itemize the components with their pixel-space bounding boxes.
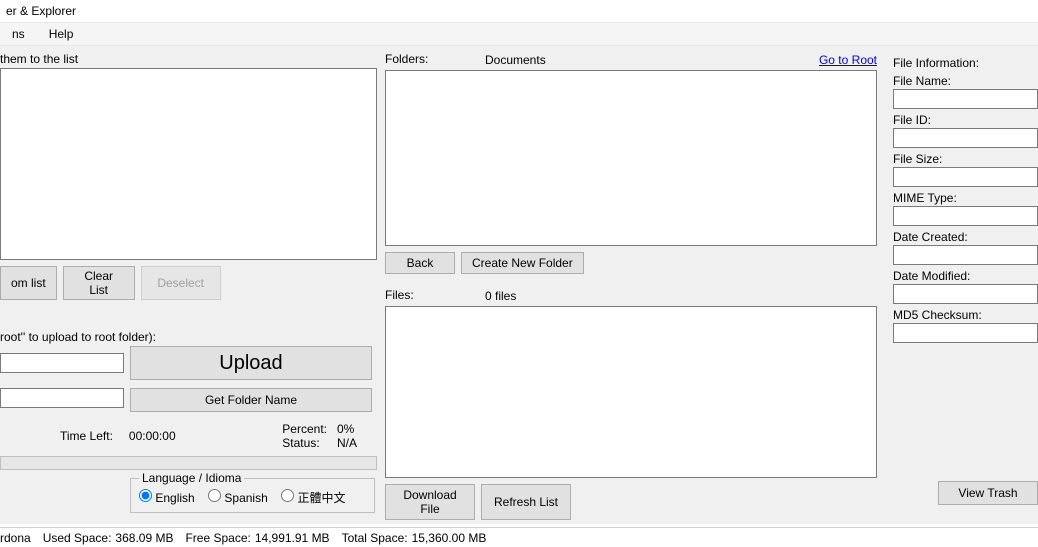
time-left-value: 00:00:00 <box>129 429 176 443</box>
back-button[interactable]: Back <box>385 252 455 274</box>
language-groupbox: Language / Idioma English Spanish 正體中文 <box>130 478 375 513</box>
folders-label: Folders: <box>385 52 485 66</box>
date-created-field[interactable] <box>893 245 1038 265</box>
current-folder-name: Documents <box>485 53 546 67</box>
go-to-root-link[interactable]: Go to Root <box>819 53 877 67</box>
refresh-list-button[interactable]: Refresh List <box>481 484 571 520</box>
window-title: er & Explorer <box>6 4 76 18</box>
md5-field[interactable] <box>893 323 1038 343</box>
download-file-button[interactable]: Download File <box>385 484 475 520</box>
percent-value: 0% <box>337 422 354 436</box>
root-hint-label: root'' to upload to root folder): <box>0 330 377 344</box>
folder-name-field[interactable] <box>0 388 124 408</box>
files-label: Files: <box>385 288 485 302</box>
deselect-button: Deselect <box>141 266 221 300</box>
menu-item-1[interactable]: ns <box>0 23 37 45</box>
folder-list[interactable] <box>385 70 877 246</box>
lang-chinese-option[interactable]: 正體中文 <box>281 491 345 505</box>
date-modified-label: Date Modified: <box>893 269 1038 283</box>
file-name-label: File Name: <box>893 74 1038 88</box>
files-count: 0 files <box>485 289 516 303</box>
status-value: N/A <box>337 436 357 450</box>
upload-file-list[interactable] <box>0 68 377 260</box>
file-list[interactable] <box>385 306 877 478</box>
date-modified-field[interactable] <box>893 284 1038 304</box>
clear-list-button[interactable]: Clear List <box>63 266 135 300</box>
file-id-label: File ID: <box>893 113 1038 127</box>
status-free-value: 14,991.91 MB <box>255 531 330 545</box>
mime-type-label: MIME Type: <box>893 191 1038 205</box>
status-total-label: Total Space: <box>342 531 408 545</box>
view-trash-button[interactable]: View Trash <box>938 481 1038 505</box>
upload-button[interactable]: Upload <box>130 346 372 380</box>
remove-from-list-button[interactable]: om list <box>0 266 57 300</box>
menu-bar: ns Help <box>0 22 1038 46</box>
lang-spanish-option[interactable]: Spanish <box>208 491 268 505</box>
create-new-folder-button[interactable]: Create New Folder <box>461 252 584 274</box>
lang-english-option[interactable]: English <box>139 491 195 505</box>
window-titlebar: er & Explorer <box>0 0 1038 22</box>
time-left-label: Time Left: <box>60 429 113 443</box>
file-name-field[interactable] <box>893 89 1038 109</box>
get-folder-name-button[interactable]: Get Folder Name <box>130 388 372 412</box>
md5-label: MD5 Checksum: <box>893 308 1038 322</box>
date-created-label: Date Created: <box>893 230 1038 244</box>
upload-target-field[interactable] <box>0 353 124 373</box>
mime-type-field[interactable] <box>893 206 1038 226</box>
file-id-field[interactable] <box>893 128 1038 148</box>
file-size-field[interactable] <box>893 167 1038 187</box>
status-label: Status: <box>282 436 319 450</box>
upload-progress-bar <box>0 456 377 470</box>
status-used-label: Used Space: <box>43 531 112 545</box>
file-size-label: File Size: <box>893 152 1038 166</box>
status-free-label: Free Space: <box>185 531 250 545</box>
language-legend: Language / Idioma <box>139 471 244 485</box>
menu-item-help[interactable]: Help <box>37 23 86 45</box>
status-used-value: 368.09 MB <box>115 531 173 545</box>
status-total-value: 15,360.00 MB <box>412 531 487 545</box>
status-user: rdona <box>0 531 31 545</box>
upload-list-hint: them to the list <box>0 52 377 66</box>
percent-label: Percent: <box>282 422 327 436</box>
file-info-heading: File Information: <box>893 56 1038 70</box>
status-bar: rdona Used Space: 368.09 MB Free Space: … <box>0 527 1038 547</box>
